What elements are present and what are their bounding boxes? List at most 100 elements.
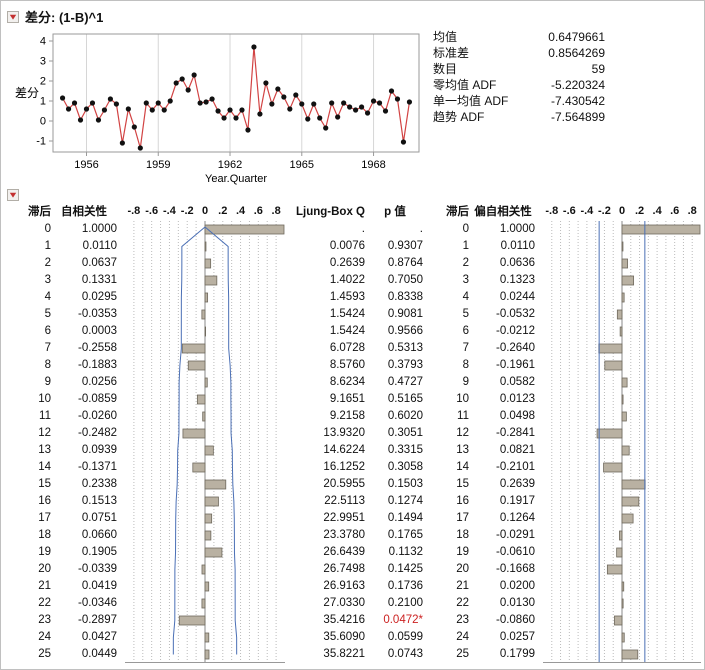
lag-column-header: 滞后: [427, 203, 469, 221]
summary-stats: 均值0.6479661标准差0.8564269数目59零均值 ADF-5.220…: [433, 29, 605, 125]
disclosure-triangle-icon[interactable]: [7, 189, 19, 201]
lag-cell: 17: [9, 510, 51, 527]
p-value-cell: 0.5165: [367, 391, 423, 408]
lag-cell: 2: [9, 255, 51, 272]
lag-cell: 10: [427, 391, 469, 408]
acf-value-cell: -0.2897: [51, 612, 117, 629]
pacf-value-cell: 0.0123: [471, 391, 535, 408]
stat-row: 趋势 ADF-7.564899: [433, 109, 605, 125]
acf-value-cell: 0.0427: [51, 629, 117, 646]
acf-value-cell: 0.0256: [51, 374, 117, 391]
lag-cell: 10: [9, 391, 51, 408]
ljung-box-q-cell: 22.5113: [287, 493, 365, 510]
correlation-table: 滞后 自相关性 -.8-.6-.4-.20.2.4.6.8 Ljung-Box …: [1, 203, 705, 665]
lag-cell: 14: [427, 459, 469, 476]
acf-value-cell: 0.0295: [51, 289, 117, 306]
axis-tick-label: .8: [688, 205, 697, 217]
table-row: 210.041926.91630.1736210.0200: [1, 578, 705, 595]
lag-cell: 13: [9, 442, 51, 459]
pacf-value-cell: 0.0582: [471, 374, 535, 391]
svg-text:Year.Quarter: Year.Quarter: [205, 173, 267, 185]
acf-value-cell: 0.0660: [51, 527, 117, 544]
acf-value-cell: 1.0000: [51, 221, 117, 238]
red-triangle-icon: [7, 11, 19, 23]
outline-header-difference: 差分: (1-B)^1: [7, 7, 103, 26]
pacf-value-cell: 0.0110: [471, 238, 535, 255]
axis-tick-label: -.2: [598, 205, 611, 217]
axis-tick-label: .2: [635, 205, 644, 217]
table-row: 30.13311.40220.705030.1323: [1, 272, 705, 289]
pacf-value-cell: -0.2640: [471, 340, 535, 357]
acf-value-cell: 0.1905: [51, 544, 117, 561]
pacf-value-cell: -0.0291: [471, 527, 535, 544]
pacf-value-cell: -0.2101: [471, 459, 535, 476]
ljung-box-q-cell: 1.5424: [287, 306, 365, 323]
table-row: 240.042735.60900.0599240.0257: [1, 629, 705, 646]
ljung-box-q-cell: 0.0076: [287, 238, 365, 255]
svg-text:1968: 1968: [361, 159, 385, 171]
pacf-value-cell: 0.1323: [471, 272, 535, 289]
pacf-value-cell: -0.0610: [471, 544, 535, 561]
acf-value-cell: 0.0751: [51, 510, 117, 527]
ljung-box-q-cell: .: [287, 221, 365, 238]
lag-cell: 1: [9, 238, 51, 255]
lag-cell: 2: [427, 255, 469, 272]
acf-value-cell: -0.2482: [51, 425, 117, 442]
lag-cell: 7: [9, 340, 51, 357]
lag-cell: 1: [427, 238, 469, 255]
svg-text:1962: 1962: [218, 159, 242, 171]
lag-cell: 11: [427, 408, 469, 425]
disclosure-triangle-icon[interactable]: [7, 11, 19, 23]
lag-cell: 4: [427, 289, 469, 306]
lag-cell: 18: [9, 527, 51, 544]
axis-tick-label: .2: [218, 205, 227, 217]
table-row: 10-0.08599.16510.5165100.0123: [1, 391, 705, 408]
lag-column-header: 滞后: [9, 203, 51, 221]
acf-value-cell: -0.2558: [51, 340, 117, 357]
lag-cell: 7: [427, 340, 469, 357]
p-value-cell: 0.9307: [367, 238, 423, 255]
ljung-box-q-cell: 26.6439: [287, 544, 365, 561]
p-value-cell: 0.1132: [367, 544, 423, 561]
axis-tick-label: .4: [653, 205, 662, 217]
svg-text:差分: 差分: [15, 86, 39, 100]
lag-cell: 14: [9, 459, 51, 476]
jmp-report-window: 差分: (1-B)^1 43210-119561959196219651968差…: [0, 0, 705, 670]
ljung-box-q-cell: 0.2639: [287, 255, 365, 272]
p-value-cell: 0.0472*: [367, 612, 423, 629]
svg-text:4: 4: [40, 36, 46, 48]
acf-value-cell: 0.0939: [51, 442, 117, 459]
acf-value-cell: 0.0449: [51, 646, 117, 663]
p-value-cell: 0.1736: [367, 578, 423, 595]
stat-row: 标准差0.8564269: [433, 45, 605, 61]
table-row: 60.00031.54240.95666-0.0212: [1, 323, 705, 340]
svg-text:1965: 1965: [290, 159, 314, 171]
ljung-box-q-cell: 6.0728: [287, 340, 365, 357]
lag-cell: 17: [427, 510, 469, 527]
lag-cell: 25: [9, 646, 51, 663]
svg-text:-1: -1: [36, 136, 46, 148]
acf-value-cell: -0.0353: [51, 306, 117, 323]
svg-text:2: 2: [40, 76, 46, 88]
lag-cell: 25: [427, 646, 469, 663]
p-value-cell: 0.0743: [367, 646, 423, 663]
ljung-box-q-cell: 1.4593: [287, 289, 365, 306]
stat-value: -5.220324: [551, 77, 605, 93]
acf-value-cell: 0.2338: [51, 476, 117, 493]
ljung-box-q-cell: 35.4216: [287, 612, 365, 629]
ljung-box-q-cell: 26.9163: [287, 578, 365, 595]
lag-cell: 12: [427, 425, 469, 442]
axis-tick-label: -.6: [145, 205, 158, 217]
table-row: 11-0.02609.21580.6020110.0498: [1, 408, 705, 425]
table-row: 7-0.25586.07280.53137-0.2640: [1, 340, 705, 357]
ljung-box-q-cell: 14.6224: [287, 442, 365, 459]
table-row: 01.0000..01.0000: [1, 221, 705, 238]
axis-tick-label: -.8: [127, 205, 140, 217]
ljung-box-q-cell: 35.8221: [287, 646, 365, 663]
table-row: 14-0.137116.12520.305814-0.2101: [1, 459, 705, 476]
axis-tick-label: -.8: [545, 205, 558, 217]
stat-value: 0.6479661: [548, 29, 605, 45]
acf-value-cell: 0.0003: [51, 323, 117, 340]
pacf-value-cell: 1.0000: [471, 221, 535, 238]
lag-cell: 16: [9, 493, 51, 510]
